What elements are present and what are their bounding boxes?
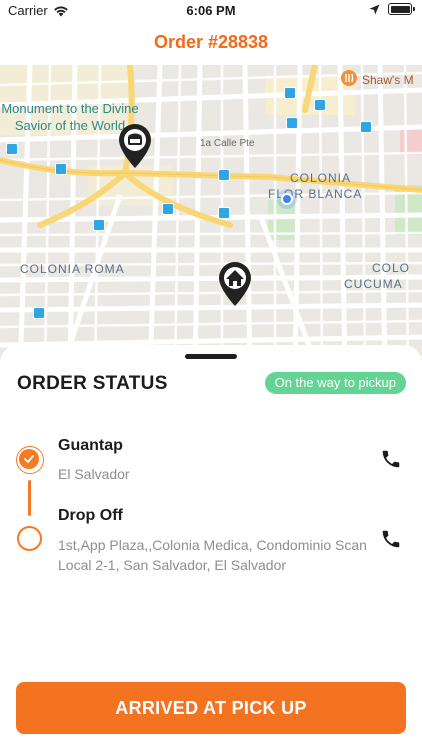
pickup-stop-address: El Salvador (58, 466, 130, 482)
map-area-flor-1: COLONIA (290, 171, 352, 185)
dropoff-stop-name: Drop Off (58, 507, 123, 524)
store-pin-icon[interactable] (117, 123, 153, 169)
dropoff-stop-address: 1st,App Plaza,,Colonia Medica, Condomini… (58, 537, 367, 573)
route-connector (28, 480, 31, 516)
order-status-sheet: ORDER STATUS On the way to pickup Guanta… (0, 345, 422, 750)
phone-icon[interactable] (380, 528, 402, 550)
map-view[interactable]: Monument to the Divine Savior of the Wor… (0, 65, 422, 375)
map-area-roma: COLONIA ROMA (20, 262, 125, 276)
bus-stop-icon (360, 121, 372, 133)
order-status-title: ORDER STATUS (17, 373, 168, 394)
bus-stop-icon (55, 163, 67, 175)
sheet-drag-handle[interactable] (185, 354, 237, 359)
map-area-cucuma-1: COLO (372, 261, 411, 275)
status-indicators (369, 3, 415, 15)
page-title: Order #28838 (153, 32, 269, 52)
bus-stop-icon (218, 169, 230, 181)
current-location-icon (277, 189, 297, 209)
map-poi-shaws: Shaw's M (362, 73, 414, 87)
bus-stop-icon (314, 99, 326, 111)
phone-icon[interactable] (380, 448, 402, 470)
bus-stop-icon (284, 87, 296, 99)
bus-stop-icon (162, 203, 174, 215)
stop-completed-icon (16, 446, 44, 474)
clock: 6:06 PM (186, 3, 236, 18)
arrived-at-pickup-button[interactable]: ARRIVED AT PICK UP (16, 682, 406, 734)
bus-stop-icon (93, 219, 105, 231)
pickup-stop-name: Guantap (58, 437, 123, 454)
status-badge: On the way to pickup (264, 372, 406, 394)
battery-icon (388, 3, 415, 15)
bus-stop-icon (33, 307, 45, 319)
stop-pending-icon (17, 526, 42, 551)
map-area-cucuma-2: CUCUMA (344, 277, 403, 291)
restaurant-marker-icon (341, 70, 357, 86)
bus-stop-icon (218, 207, 230, 219)
home-pin-icon[interactable] (217, 261, 253, 307)
location-arrow-icon (369, 4, 380, 14)
status-bar: Carrier 6:06 PM (0, 0, 422, 22)
map-street-1a: 1a Calle Pte (200, 138, 255, 149)
bus-stop-icon (6, 143, 18, 155)
bus-stop-icon (286, 117, 298, 129)
